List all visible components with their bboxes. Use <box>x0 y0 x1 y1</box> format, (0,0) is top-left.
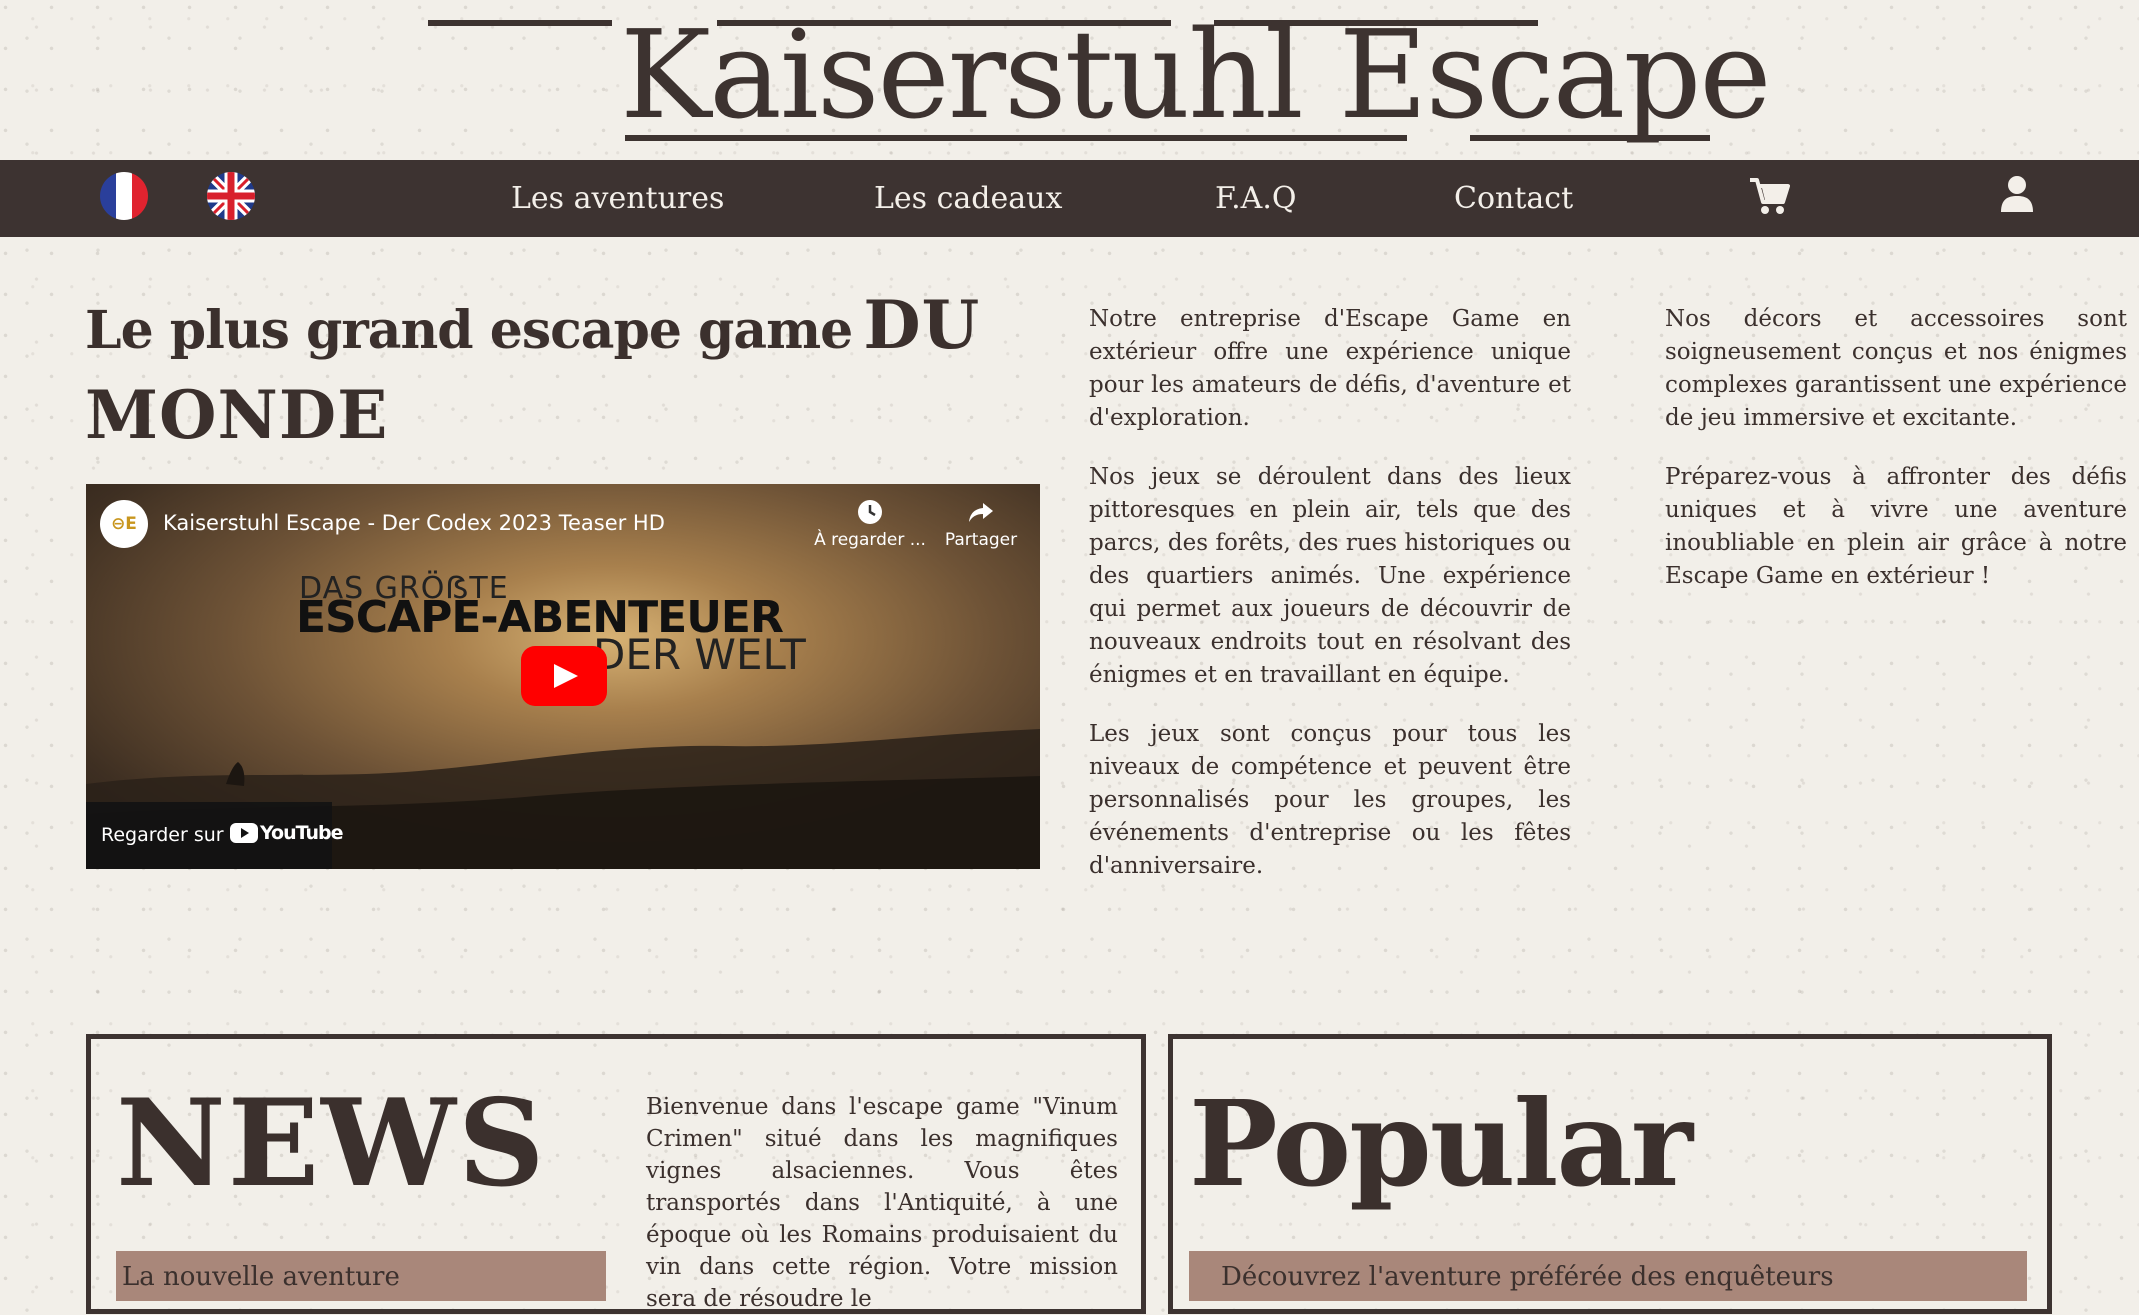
youtube-video-embed[interactable]: ⊖E Kaiserstuhl Escape - Der Codex 2023 T… <box>86 484 1040 869</box>
share-icon <box>969 503 993 522</box>
watch-on-youtube-button[interactable]: Regarder sur YouTube <box>86 802 343 869</box>
share-label: Partager <box>944 530 1018 550</box>
news-heading: NEWS <box>116 1073 547 1214</box>
video-title[interactable]: Kaiserstuhl Escape - Der Codex 2023 Teas… <box>163 508 665 538</box>
nav-link-contact[interactable]: Contact <box>1454 160 1573 237</box>
nav-link-gifts[interactable]: Les cadeaux <box>874 160 1062 237</box>
popular-heading: Popular <box>1189 1074 1693 1213</box>
hero-title: Le plus grand escape game DU MONDE <box>85 286 1075 466</box>
hero-title-part2: DU <box>863 286 981 364</box>
popular-card: Popular Découvrez l'aventure préférée de… <box>1168 1034 2052 1314</box>
site-logo[interactable]: Kaiserstuhl Escape <box>0 0 2139 160</box>
youtube-wordmark: YouTube <box>260 822 343 844</box>
logo-rule <box>428 20 612 26</box>
channel-avatar[interactable]: ⊖E <box>100 500 148 548</box>
intro-column-middle: Notre entreprise d'Escape Game en extéri… <box>1089 303 1571 909</box>
main-navbar <box>0 160 2139 237</box>
nav-link-faq[interactable]: F.A.Q <box>1215 160 1296 237</box>
intro-column-right: Nos décors et accessoires sont soigneuse… <box>1665 303 2127 619</box>
video-subline: DER WELT <box>593 630 806 679</box>
user-icon[interactable] <box>2000 175 2034 213</box>
news-card: NEWS La nouvelle aventure Bienvenue dans… <box>86 1034 1146 1314</box>
hero-title-part1: Le plus grand escape game <box>85 300 853 361</box>
play-button[interactable] <box>521 646 607 706</box>
youtube-logo-icon <box>230 823 258 843</box>
watch-later-label: À regarder ... <box>814 530 926 550</box>
fr-flag-icon[interactable] <box>100 172 148 220</box>
watch-later-button[interactable]: À regarder ... <box>812 498 928 550</box>
share-button[interactable]: Partager <box>936 498 1026 550</box>
popular-banner[interactable]: Découvrez l'aventure préférée des enquêt… <box>1189 1251 2027 1301</box>
intro-paragraph: Notre entreprise d'Escape Game en extéri… <box>1089 306 1571 431</box>
hero-title-part3: MONDE <box>85 376 389 454</box>
news-text: Bienvenue dans l'escape game "Vinum Crim… <box>646 1094 1118 1312</box>
intro-paragraph: Les jeux sont conçus pour tous les nivea… <box>1089 721 1571 879</box>
clock-icon <box>858 500 882 524</box>
uk-flag-icon[interactable] <box>207 172 255 220</box>
intro-paragraph: Nos décors et accessoires sont soigneuse… <box>1665 306 2127 431</box>
nav-link-adventures[interactable]: Les aventures <box>511 160 724 237</box>
intro-paragraph: Nos jeux se déroulent dans des lieux pit… <box>1089 464 1571 688</box>
intro-paragraph: Préparez-vous à affronter des défis uniq… <box>1665 464 2127 589</box>
logo-text: Kaiserstuhl Escape <box>620 4 1772 146</box>
news-banner[interactable]: La nouvelle aventure <box>116 1251 606 1301</box>
watch-on-label: Regarder sur <box>101 824 224 846</box>
cart-icon[interactable] <box>1748 175 1790 217</box>
